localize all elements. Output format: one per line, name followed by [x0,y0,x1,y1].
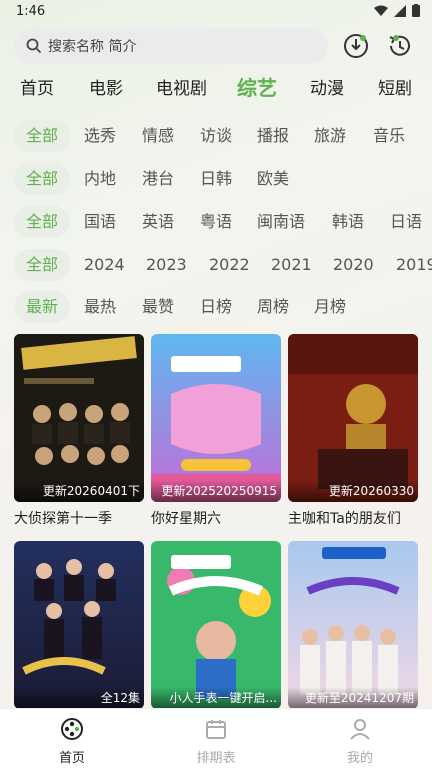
filter-chip[interactable]: 最赞 [142,291,174,323]
search-icon [26,38,42,54]
category-nav: 首页 电影 电视剧 综艺 动漫 短剧 [0,74,432,104]
poster-image [151,541,281,708]
filter-year-row: 全部 2024 2023 2022 2021 2020 2019 [0,249,432,281]
filter-chip[interactable]: 闽南语 [257,206,305,238]
user-icon [350,719,370,740]
show-title: 大侦探第十一季 [14,511,112,527]
poster-badge: 更新20260401下 [14,480,144,502]
show-card[interactable]: 更新20260401下 大侦探第十一季 [14,334,144,528]
filter-chip[interactable]: 欧美 [257,163,289,195]
filter-chip[interactable]: 内地 [84,163,116,195]
poster-image [14,541,144,708]
wifi-icon [374,5,388,16]
calendar-icon [206,720,226,739]
poster-badge: 小人手表一键开启... [151,687,281,708]
poster-badge: 更新20260330 [288,480,418,502]
filter-chip[interactable]: 全部 [14,206,71,238]
filter-chip[interactable]: 2019 [396,249,432,281]
filter-chip[interactable]: 港台 [142,163,174,195]
filter-chip[interactable]: 日语 [390,206,422,238]
filter-chip[interactable]: 国语 [84,206,116,238]
download-icon[interactable] [342,32,370,60]
status-bar: 1:46 [0,0,432,24]
show-card[interactable]: 小人手表一键开启... [151,541,281,708]
show-card[interactable]: 更新至20241207期 [288,541,418,708]
tab-home[interactable]: 首页 [20,74,54,99]
filter-chip[interactable]: 日榜 [200,291,232,323]
tab-variety[interactable]: 综艺 [237,72,277,101]
filter-chip[interactable]: 全部 [14,249,71,281]
signal-icon [394,4,406,17]
tab-tv[interactable]: 电视剧 [156,74,207,99]
filter-chip[interactable]: 旅游 [314,120,346,152]
tab-bar-label: 首页 [58,751,85,766]
home-film-icon [61,718,83,740]
poster-image [288,334,418,502]
history-icon[interactable] [386,32,414,60]
filter-chip[interactable]: 2022 [209,249,250,281]
filter-chip[interactable]: 2020 [333,249,374,281]
filter-chip[interactable]: 2023 [146,249,187,281]
filter-chip[interactable]: 月榜 [314,291,346,323]
poster-image [288,541,418,708]
filter-chip[interactable]: 最新 [14,291,71,323]
filter-chip[interactable]: 粤语 [200,206,232,238]
show-card[interactable]: 更新202520250915 你好星期六 [151,334,281,528]
tab-anime[interactable]: 动漫 [310,74,344,99]
status-time: 1:46 [16,4,46,19]
search-bar[interactable]: 搜索名称 简介 [14,28,328,64]
show-poster: 全12集 [14,541,144,708]
show-poster: 小人手表一键开启... [151,541,281,708]
filter-chip[interactable]: 播报 [257,120,289,152]
filter-chip[interactable]: 音乐 [373,120,405,152]
tab-bar-schedule[interactable]: 排期表 [176,717,256,766]
tab-bar-profile[interactable]: 我的 [320,717,400,766]
battery-icon [412,4,420,17]
tab-bar-home[interactable]: 首页 [32,717,112,766]
search-placeholder: 搜索名称 简介 [48,39,137,55]
tab-movies[interactable]: 电影 [89,74,123,99]
show-poster: 更新20260401下 [14,334,144,502]
tab-shorts[interactable]: 短剧 [378,74,412,99]
filter-chip[interactable]: 英语 [142,206,174,238]
poster-badge: 全12集 [14,687,144,708]
tab-bar-label: 我的 [346,751,373,766]
show-poster: 更新至20241207期 [288,541,418,708]
show-poster: 更新202520250915 [151,334,281,502]
filter-chip[interactable]: 情感 [142,120,174,152]
filter-chip[interactable]: 选秀 [84,120,116,152]
filter-region-row: 全部 内地 港台 日韩 欧美 [0,163,432,195]
poster-badge: 更新202520250915 [151,480,281,502]
bottom-tab-bar: 首页 排期表 我的 [0,708,432,768]
filter-chip[interactable]: 2024 [84,249,125,281]
filter-chip[interactable]: 日韩 [200,163,232,195]
system-icons [374,4,420,17]
filter-type-row: 全部 选秀 情感 访谈 播报 旅游 音乐 [0,120,432,152]
filter-chip[interactable]: 全部 [14,163,71,195]
filter-chip[interactable]: 最热 [84,291,116,323]
filter-chip[interactable]: 访谈 [200,120,232,152]
filter-chip[interactable]: 韩语 [332,206,364,238]
show-grid: 更新20260401下 大侦探第十一季 更新202520250915 你好星期六 [0,334,432,708]
tab-bar-label: 排期表 [196,751,236,766]
filter-chip[interactable]: 周榜 [257,291,289,323]
show-card[interactable]: 更新20260330 主咖和Ta的朋友们 [288,334,418,528]
filter-language-row: 全部 国语 英语 粤语 闽南语 韩语 日语 [0,206,432,238]
filter-chip[interactable]: 2021 [271,249,312,281]
poster-image [14,334,144,502]
show-card[interactable]: 全12集 [14,541,144,708]
show-title: 你好星期六 [151,511,221,527]
filter-chip[interactable]: 全部 [14,120,71,152]
poster-badge: 更新至20241207期 [288,687,418,708]
show-poster: 更新20260330 [288,334,418,502]
filter-sort-row: 最新 最热 最赞 日榜 周榜 月榜 [0,291,432,323]
poster-image [151,334,281,502]
show-title: 主咖和Ta的朋友们 [288,511,401,527]
